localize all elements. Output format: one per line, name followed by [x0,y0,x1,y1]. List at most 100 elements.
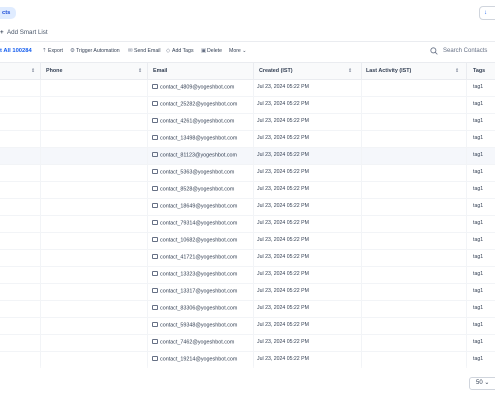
mail-icon [152,237,158,242]
table-row[interactable]: contact_13498@yogeshbot.com Jul 23, 2024 … [0,131,495,148]
add-tags-button[interactable]: ◇ Add Tags [166,48,194,54]
created-cell: Jul 23, 2024 05:22 PM [257,101,309,107]
search-icon [430,47,438,55]
mail-icon [152,186,158,191]
table-row[interactable]: contact_10682@yogeshbot.com Jul 23, 2024 … [0,233,495,250]
email-cell[interactable]: contact_59348@yogeshbot.com [152,322,237,329]
table-row[interactable]: contact_8528@yogeshbot.com Jul 23, 2024 0… [0,182,495,199]
email-cell[interactable]: contact_5363@yogeshbot.com [152,169,234,176]
smart-list-bar: + Add Smart List [0,26,495,42]
column-tags[interactable]: Tags [473,68,485,74]
more-button[interactable]: More ⌄ [229,48,247,54]
tag-cell: tag1 [473,220,484,226]
toolbar-action-label: Send Email [134,48,161,54]
mail-icon [152,135,158,140]
created-cell: Jul 23, 2024 05:22 PM [257,118,309,124]
mail-icon [152,322,158,327]
page-size-select[interactable]: 50 ⌄ [469,377,495,390]
email-cell[interactable]: contact_10682@yogeshbot.com [152,237,237,244]
column-phone[interactable]: Phone [46,68,62,74]
email-cell[interactable]: contact_19214@yogeshbot.com [152,356,237,363]
contacts-table: ⇕ Phone ⇕ Email Created (IST) ⇕ Last Act… [0,62,495,369]
email-cell[interactable]: contact_7462@yogeshbot.com [152,339,234,346]
email-cell[interactable]: contact_4261@yogeshbot.com [152,118,234,125]
email-cell[interactable]: contact_8528@yogeshbot.com [152,186,234,193]
sort-icon[interactable]: ⇕ [455,68,459,74]
created-cell: Jul 23, 2024 05:22 PM [257,84,309,90]
table-row[interactable]: contact_81123@yogeshbot.com Jul 23, 2024 … [0,148,495,165]
email-cell[interactable]: contact_81123@yogeshbot.com [152,152,237,159]
search-contacts-input[interactable]: Search Contacts [424,45,495,59]
email-cell[interactable]: contact_79314@yogeshbot.com [152,220,237,227]
plus-icon: + [0,29,4,36]
toolbar-action-label: Delete [207,48,222,54]
mail-icon [152,356,158,361]
sort-icon[interactable]: ⇕ [138,68,142,74]
column-email[interactable]: Email [153,68,167,74]
delete-button[interactable]: ▣Delete [201,48,222,54]
email-cell[interactable]: contact_41721@yogeshbot.com [152,254,237,261]
email-text: contact_81123@yogeshbot.com [160,152,237,159]
table-row[interactable]: contact_59348@yogeshbot.com Jul 23, 2024 … [0,318,495,335]
all-contacts-count[interactable]: t All 100284 [0,48,32,54]
mail-icon [152,203,158,208]
mail-icon [152,339,158,344]
tag-cell: tag1 [473,101,484,107]
created-cell: Jul 23, 2024 05:22 PM [257,220,309,226]
table-row[interactable]: contact_13317@yogeshbot.com Jul 23, 2024 … [0,284,495,301]
column-last-activity[interactable]: Last Activity (IST) [366,68,411,74]
table-row[interactable]: contact_4809@yogeshbot.com Jul 23, 2024 0… [0,80,495,97]
table-row[interactable]: contact_18649@yogeshbot.com Jul 23, 2024 … [0,199,495,216]
table-row[interactable]: contact_4261@yogeshbot.com Jul 23, 2024 0… [0,114,495,131]
email-text: contact_19214@yogeshbot.com [160,356,238,363]
email-cell[interactable]: contact_13498@yogeshbot.com [152,135,237,142]
email-text: contact_59348@yogeshbot.com [160,322,238,329]
email-cell[interactable]: contact_25282@yogeshbot.com [152,101,237,108]
table-row[interactable]: contact_79314@yogeshbot.com Jul 23, 2024 … [0,216,495,233]
tag-cell: tag1 [473,305,484,311]
created-cell: Jul 23, 2024 05:22 PM [257,203,309,209]
email-text: contact_10682@yogeshbot.com [160,237,238,244]
created-cell: Jul 23, 2024 05:22 PM [257,254,309,260]
export-button[interactable]: ⇡Export [42,48,63,54]
email-text: contact_18649@yogeshbot.com [160,203,238,210]
toolbar-action-label: Trigger Automation [76,48,120,54]
table-row[interactable]: contact_13323@yogeshbot.com Jul 23, 2024 … [0,267,495,284]
bulk-actions-toolbar: t All 100284 ⇡Export ⚙Trigger Automation ✉… [0,43,495,61]
add-smart-list-button[interactable]: + Add Smart List [0,29,48,36]
mail-icon [152,169,158,174]
contacts-tab[interactable]: cts [0,7,17,19]
table-row[interactable]: contact_41721@yogeshbot.com Jul 23, 2024 … [0,250,495,267]
sort-icon[interactable]: ⇕ [348,68,352,74]
trigger-automation-button[interactable]: ⚙Trigger Automation [70,48,120,54]
email-cell[interactable]: contact_13317@yogeshbot.com [152,288,237,295]
toolbar-action-label: Export [48,48,63,54]
created-cell: Jul 23, 2024 05:22 PM [257,271,309,277]
send-email-button[interactable]: ✉Send Email [128,48,161,54]
table-footer: 50 ⌄ [0,368,495,400]
email-cell[interactable]: contact_83306@yogeshbot.com [152,305,237,312]
email-text: contact_83306@yogeshbot.com [160,305,238,312]
created-cell: Jul 23, 2024 05:22 PM [257,237,309,243]
mail-icon [152,101,158,106]
email-text: contact_4809@yogeshbot.com [160,84,235,91]
table-row[interactable]: contact_7462@yogeshbot.com Jul 23, 2024 0… [0,335,495,352]
email-text: contact_25282@yogeshbot.com [160,101,238,108]
tag-cell: tag1 [473,288,484,294]
created-cell: Jul 23, 2024 05:22 PM [257,169,309,175]
email-cell[interactable]: contact_4809@yogeshbot.com [152,84,234,91]
sort-icon[interactable]: ⇕ [31,68,35,74]
table-row[interactable]: contact_25282@yogeshbot.com Jul 23, 2024 … [0,97,495,114]
column-created[interactable]: Created (IST) [259,68,293,74]
search-placeholder: Search Contacts [443,48,488,54]
table-row[interactable]: contact_83306@yogeshbot.com Jul 23, 2024 … [0,301,495,318]
created-cell: Jul 23, 2024 05:22 PM [257,322,309,328]
table-row[interactable]: contact_5363@yogeshbot.com Jul 23, 2024 0… [0,165,495,182]
mail-icon [152,118,158,123]
import-button[interactable]: ↓ [479,6,495,20]
tag-cell: tag1 [473,254,484,260]
tag-cell: tag1 [473,203,484,209]
toolbar-action-label: More ⌄ [229,48,247,54]
email-cell[interactable]: contact_18649@yogeshbot.com [152,203,237,210]
email-cell[interactable]: contact_13323@yogeshbot.com [152,271,237,278]
